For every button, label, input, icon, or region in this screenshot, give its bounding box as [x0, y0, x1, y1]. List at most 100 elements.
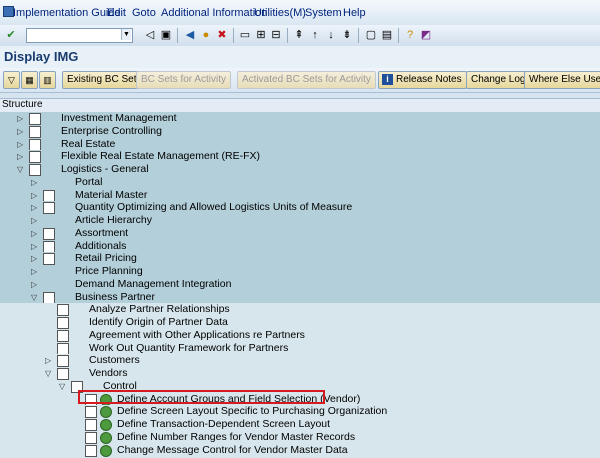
execute-activity-icon[interactable] [100, 431, 112, 444]
collapse-node-icon[interactable]: ▽ [17, 163, 23, 176]
notes-icon[interactable]: ▥ [39, 71, 56, 89]
customize-layout-icon[interactable]: ◩ [419, 28, 433, 42]
documentation-icon[interactable] [43, 202, 55, 215]
find-in-tree-icon[interactable]: ▦ [21, 71, 38, 89]
expand-node-icon[interactable]: ▷ [31, 176, 37, 189]
documentation-icon[interactable] [85, 431, 97, 444]
find-icon[interactable]: ⊞ [254, 28, 268, 42]
documentation-icon[interactable] [57, 342, 69, 355]
documentation-icon[interactable] [85, 419, 97, 431]
command-field-dropdown-icon[interactable]: ▼ [121, 29, 131, 40]
collapse-node-icon[interactable]: ▽ [31, 291, 37, 304]
tree-node[interactable]: Change Message Control for Vendor Master… [0, 443, 600, 457]
documentation-icon[interactable] [57, 317, 69, 329]
print-icon[interactable]: ▭ [238, 28, 252, 42]
command-field[interactable] [26, 28, 133, 43]
expand-node-icon[interactable]: ▷ [45, 354, 51, 367]
execute-activity-icon[interactable] [100, 419, 112, 431]
tree-node[interactable]: ▷ Demand Management Integration [0, 277, 600, 291]
back-icon[interactable]: ◀ [183, 28, 197, 42]
release-notes-button[interactable]: i Release Notes [378, 71, 467, 89]
next-page-icon[interactable]: ↓ [324, 28, 338, 42]
documentation-icon[interactable] [43, 189, 55, 202]
expand-node-icon[interactable]: ▷ [31, 227, 37, 240]
existing-bc-sets-button[interactable]: Existing BC Sets [62, 71, 147, 89]
expand-node-icon[interactable]: ▷ [31, 265, 37, 278]
expand-node-icon[interactable]: ▷ [31, 240, 37, 253]
menu-additional-information[interactable]: Additional Information [161, 7, 267, 19]
tree-node[interactable]: Identify Origin of Partner Data [0, 316, 600, 329]
documentation-icon[interactable] [29, 164, 41, 176]
menu-help[interactable]: Help [343, 7, 366, 19]
expand-node-icon[interactable]: ▷ [31, 201, 37, 214]
tree-node[interactable]: ▷ Portal [0, 175, 600, 189]
execute-activity-icon[interactable] [100, 444, 112, 457]
execute-activity-icon[interactable] [100, 406, 112, 419]
expand-node-icon[interactable]: ▷ [31, 214, 37, 227]
tree-node[interactable]: ▽ Vendors [0, 367, 600, 380]
tree-node[interactable]: ▷ Price Planning [0, 265, 600, 278]
expand-subtree-icon[interactable]: ▽ [3, 71, 20, 89]
menu-goto[interactable]: Goto [132, 7, 156, 19]
tree-node[interactable]: ▽ Business Partner [0, 290, 600, 304]
expand-node-icon[interactable]: ▷ [31, 278, 37, 291]
expand-node-icon[interactable]: ▷ [17, 138, 23, 151]
menu-system[interactable]: System [305, 7, 342, 19]
menu-implementation-guide[interactable]: Implementation Guide [13, 7, 121, 19]
tree-node[interactable]: ▷ Investment Management [0, 112, 600, 125]
bc-sets-for-activity-button[interactable]: BC Sets for Activity [136, 71, 232, 89]
previous-page-icon[interactable]: ↑ [308, 28, 322, 42]
documentation-icon[interactable] [29, 125, 41, 138]
tree-node[interactable]: ▽ Logistics - General [0, 163, 600, 176]
documentation-icon[interactable] [43, 240, 55, 253]
activated-bc-sets-button[interactable]: Activated BC Sets for Activity [237, 71, 376, 89]
tree-node[interactable]: ▷ Customers [0, 354, 600, 368]
tree-node[interactable]: ▷ Article Hierarchy [0, 214, 600, 227]
expand-node-icon[interactable]: ▷ [17, 125, 23, 138]
help-icon[interactable]: ? [403, 28, 417, 42]
tree-node[interactable]: Work Out Quantity Framework for Partners [0, 341, 600, 355]
tree-node[interactable]: ▷ Flexible Real Estate Management (RE-FX) [0, 150, 600, 164]
expand-node-icon[interactable]: ▷ [31, 252, 37, 265]
where-else-used-button[interactable]: Where Else Used [524, 71, 600, 89]
tree-node[interactable]: ▷ Enterprise Controlling [0, 124, 600, 138]
documentation-icon[interactable] [85, 406, 97, 419]
documentation-icon[interactable] [57, 304, 69, 317]
tree-node[interactable]: ▷ Quantity Optimizing and Allowed Logisti… [0, 201, 600, 215]
last-page-icon[interactable]: ⇟ [340, 28, 354, 42]
documentation-icon[interactable] [43, 227, 55, 240]
collapse-node-icon[interactable]: ▽ [59, 380, 65, 393]
tree-node[interactable]: Define Number Ranges for Vendor Master R… [0, 430, 600, 444]
change-log-button[interactable]: Change Log [466, 71, 531, 89]
first-page-icon[interactable]: ⇞ [292, 28, 306, 42]
expand-node-icon[interactable]: ▷ [17, 150, 23, 163]
tree-node[interactable]: ▷ Additionals [0, 239, 600, 253]
tree-node[interactable]: Define Transaction-Dependent Screen Layo… [0, 418, 600, 431]
expand-node-icon[interactable]: ▷ [17, 112, 23, 125]
documentation-icon[interactable] [57, 368, 69, 380]
documentation-icon[interactable] [29, 138, 41, 151]
tree-node[interactable]: Define Screen Layout Specific to Purchas… [0, 405, 600, 419]
documentation-icon[interactable] [57, 329, 69, 342]
tree-node[interactable]: Analyze Partner Relationships [0, 303, 600, 317]
documentation-icon[interactable] [57, 355, 69, 368]
tree-node[interactable]: ▷ Real Estate [0, 137, 600, 151]
collapse-toolbar-icon[interactable]: ◁ [143, 28, 157, 42]
tree-node[interactable]: ▷ Retail Pricing [0, 252, 600, 266]
cancel-icon[interactable]: ✖ [215, 28, 229, 42]
shortcut-icon[interactable]: ▤ [380, 28, 394, 42]
tree-node[interactable]: ▷ Material Master [0, 188, 600, 202]
expand-node-icon[interactable]: ▷ [31, 189, 37, 202]
tree-node[interactable]: ▷ Assortment [0, 226, 600, 240]
documentation-icon[interactable] [29, 113, 41, 125]
tree-node[interactable]: Agreement with Other Applications re Par… [0, 328, 600, 342]
collapse-node-icon[interactable]: ▽ [45, 367, 51, 380]
find-next-icon[interactable]: ⊟ [269, 28, 283, 42]
documentation-icon[interactable] [43, 291, 55, 304]
enter-icon[interactable]: ✔ [4, 28, 18, 42]
save-icon[interactable]: ▣ [159, 28, 173, 42]
exit-icon[interactable]: ● [199, 28, 213, 42]
documentation-icon[interactable] [43, 253, 55, 266]
documentation-icon[interactable] [85, 444, 97, 457]
create-session-icon[interactable]: ▢ [364, 28, 378, 42]
